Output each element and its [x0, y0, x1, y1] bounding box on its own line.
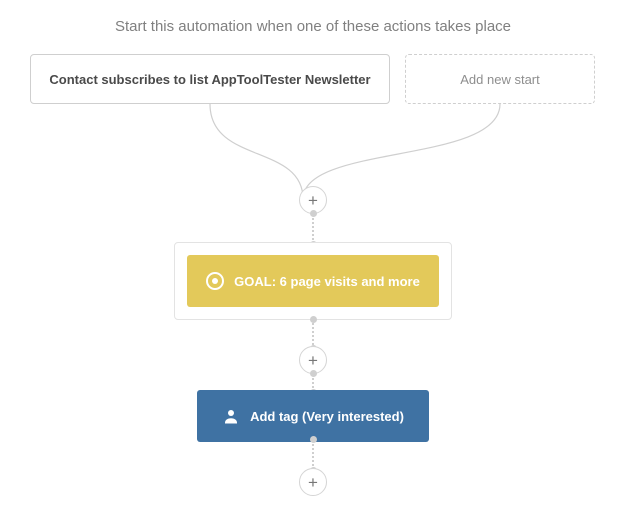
plus-icon: +: [308, 474, 318, 491]
add-new-start-label: Add new start: [460, 72, 540, 87]
plus-icon: +: [308, 352, 318, 369]
connector-vline-4: [312, 440, 314, 470]
goal-block[interactable]: GOAL: 6 page visits and more: [187, 255, 439, 307]
connector-vline-2: [312, 320, 314, 348]
connector-vline-1: [312, 214, 314, 244]
add-new-start-button[interactable]: Add new start: [405, 54, 595, 104]
goal-label: GOAL: 6 page visits and more: [234, 274, 420, 289]
trigger-label: Contact subscribes to list AppToolTester…: [49, 72, 370, 87]
goal-block-wrap: GOAL: 6 page visits and more: [174, 242, 452, 320]
automation-header: Start this automation when one of these …: [0, 18, 626, 35]
trigger-block[interactable]: Contact subscribes to list AppToolTester…: [30, 54, 390, 104]
add-tag-block[interactable]: Add tag (Very interested): [197, 390, 429, 442]
add-tag-label: Add tag (Very interested): [250, 409, 404, 424]
plus-icon: +: [308, 192, 318, 209]
person-icon: [222, 407, 240, 425]
target-icon: [206, 272, 224, 290]
add-step-button-3[interactable]: +: [299, 468, 327, 496]
